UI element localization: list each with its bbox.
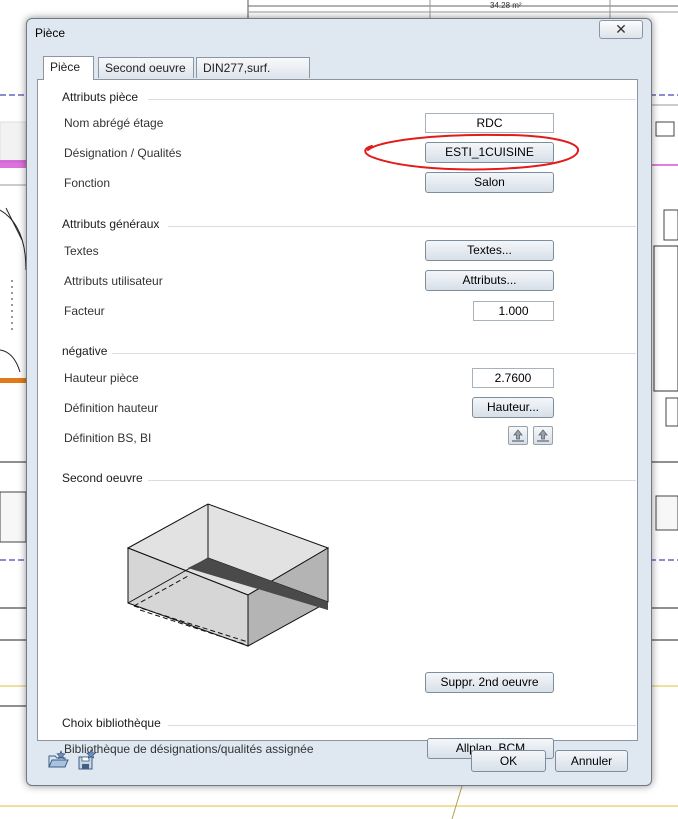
save-favorite-icon [78, 749, 97, 770]
save-favorite-button[interactable] [76, 749, 98, 771]
factor-field[interactable]: 1.000 [473, 301, 554, 321]
cancel-button[interactable]: Annuler [555, 750, 628, 772]
group-title-finishing: Second oeuvre [62, 471, 143, 485]
room-height-field[interactable]: 2.7600 [472, 368, 554, 388]
height-definition-label: Définition hauteur [64, 401, 159, 415]
designation-label: Désignation / Qualités [64, 146, 182, 160]
close-icon: ✕ [615, 21, 627, 37]
open-favorite-button[interactable] [47, 749, 69, 771]
remove-finishing-button[interactable]: Suppr. 2nd oeuvre [425, 672, 554, 693]
room-dialog: Pièce ✕ Pièce Second oeuvre DIN277,surf.… [26, 18, 652, 786]
upload-icon [512, 429, 524, 442]
dialog-footer: OK Annuler [35, 741, 642, 779]
group-divider [168, 725, 636, 726]
storey-field[interactable]: RDC [425, 113, 554, 133]
group-divider [112, 353, 636, 354]
function-label: Fonction [64, 176, 111, 190]
bs-bi-definition-label: Définition BS, BI [64, 431, 152, 445]
tab-piece[interactable]: Pièce [43, 56, 94, 80]
tab-second-oeuvre[interactable]: Second oeuvre [98, 57, 194, 78]
factor-label: Facteur [64, 304, 105, 318]
group-divider [148, 99, 636, 100]
dialog-title: Pièce [35, 26, 66, 40]
texts-button[interactable]: Textes... [425, 240, 554, 261]
ok-button[interactable]: OK [471, 750, 546, 772]
height-definition-button[interactable]: Hauteur... [472, 397, 554, 418]
function-button[interactable]: Salon [425, 172, 554, 193]
title-bar[interactable]: Pièce ✕ [27, 19, 651, 49]
user-attributes-label: Attributs utilisateur [64, 274, 163, 288]
group-divider [168, 226, 636, 227]
bi-definition-button[interactable] [533, 426, 553, 445]
storey-label: Nom abrégé étage [64, 116, 164, 130]
group-title-library: Choix bibliothèque [62, 716, 161, 730]
user-attributes-button[interactable]: Attributs... [425, 270, 554, 291]
group-title-negative: négative [62, 344, 108, 358]
group-divider [148, 480, 636, 481]
area-label: 34.28 m² [490, 1, 522, 10]
bs-definition-button[interactable] [508, 426, 528, 445]
folder-open-icon [48, 750, 69, 768]
group-title-general-attributes: Attributs généraux [62, 217, 160, 231]
designation-button[interactable]: ESTI_1CUISINE [425, 142, 554, 163]
tab-panel: Attributs pièce Nom abrégé étage RDC Dés… [37, 79, 638, 759]
tab-din277[interactable]: DIN277,surf. habit. [196, 57, 310, 96]
close-button[interactable]: ✕ [599, 20, 643, 39]
upload-icon [537, 429, 549, 442]
group-title-room-attributes: Attributs pièce [62, 90, 139, 104]
texts-label: Textes [64, 244, 99, 258]
room-box-preview [126, 503, 330, 647]
room-height-label: Hauteur pièce [64, 371, 139, 385]
dialog-client: Pièce Second oeuvre DIN277,surf. habit. … [35, 49, 642, 759]
